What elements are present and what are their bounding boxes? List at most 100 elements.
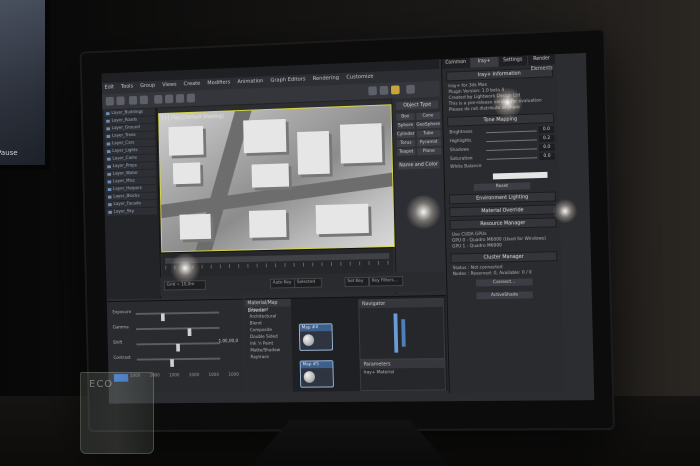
- menu-item-views[interactable]: Views: [159, 80, 179, 90]
- contrast-slider-row: Contrast: [113, 354, 238, 367]
- node-title: Map #4: [299, 324, 332, 332]
- menu-item-animation[interactable]: Animation: [235, 76, 267, 87]
- building: [339, 123, 383, 164]
- gamma-slider-row: Gamma: [112, 323, 238, 337]
- slate-material-editor: Material/Map Browser Standard Architectu…: [244, 294, 448, 393]
- material-browser: Material/Map Browser Standard Architectu…: [244, 298, 293, 393]
- tab-settings[interactable]: Settings: [498, 55, 528, 67]
- slider-knob[interactable]: [176, 343, 181, 352]
- menu-item-create[interactable]: Create: [181, 79, 203, 89]
- navigator-title: Navigator: [359, 298, 443, 309]
- row-value[interactable]: 0.0: [538, 125, 555, 134]
- connect-button[interactable]: Connect...: [476, 278, 533, 287]
- link-icon[interactable]: [128, 95, 138, 105]
- slider-track[interactable]: [136, 342, 220, 352]
- building: [251, 163, 290, 188]
- building: [315, 203, 369, 235]
- pyramid-button[interactable]: Pyramid: [416, 138, 441, 147]
- row-slider[interactable]: [486, 139, 537, 143]
- row-label: Shadows: [449, 147, 470, 154]
- row-slider[interactable]: [486, 130, 537, 134]
- box-button[interactable]: Box: [396, 113, 415, 121]
- menu-item-rendering[interactable]: Rendering: [310, 73, 342, 84]
- material-override-header[interactable]: Material Override: [449, 204, 557, 218]
- teapot-button[interactable]: Teapot: [397, 148, 416, 156]
- scene-explorer: Layer_Buildings Layer_Roads Layer_Ground…: [102, 107, 162, 300]
- cylinder-button[interactable]: Cylinder: [396, 130, 415, 139]
- menu-item-group[interactable]: Group: [137, 81, 158, 91]
- tab-iray[interactable]: Iray+: [470, 56, 500, 68]
- auto-key-button[interactable]: Auto Key: [269, 278, 297, 289]
- render-setup-icon[interactable]: [368, 86, 377, 96]
- redo-icon[interactable]: [116, 96, 125, 106]
- row-label: Brightness: [449, 129, 473, 136]
- move-icon[interactable]: [164, 94, 174, 104]
- building: [172, 162, 201, 185]
- photo-scene: Pause Edit Tools Group Views Create Modi…: [0, 0, 700, 466]
- tube-button[interactable]: Tube: [416, 129, 441, 138]
- row-label: Highlights: [449, 138, 472, 145]
- selected-dropdown[interactable]: Selected: [294, 277, 323, 289]
- menu-item-graph-editors[interactable]: Graph Editors: [268, 74, 309, 85]
- object-type-header[interactable]: Object Type: [396, 100, 439, 110]
- viewport-top[interactable]: [+] [Top] [Default Shading]: [158, 104, 395, 253]
- node-title: Map #5: [300, 361, 333, 369]
- scale-label: 1000: [169, 373, 180, 379]
- row-value[interactable]: 0.0: [538, 143, 555, 152]
- slider-knob[interactable]: [160, 313, 165, 322]
- menu-item-edit[interactable]: Edit: [102, 82, 117, 92]
- parameters-panel: Parameters Iray+ Material: [359, 358, 446, 392]
- menu-item-customize[interactable]: Customize: [343, 72, 376, 83]
- material-browser-item[interactable]: Raytrace: [246, 354, 292, 361]
- name-color-header[interactable]: Name and Color: [397, 160, 440, 170]
- slider-label: Shift: [113, 340, 123, 346]
- material-node[interactable]: Map #4: [298, 323, 334, 351]
- material-editor-icon[interactable]: [406, 84, 415, 94]
- activeshade-button[interactable]: ActiveShade: [476, 291, 533, 300]
- scale-icon[interactable]: [186, 93, 196, 103]
- navigator-node[interactable]: [401, 319, 406, 347]
- resource-manager-header[interactable]: Resource Manager: [449, 217, 557, 230]
- building: [243, 118, 287, 154]
- slider-label: Gamma: [112, 325, 129, 331]
- undo-icon[interactable]: [105, 96, 114, 106]
- navigator-panel: Navigator: [358, 297, 446, 360]
- plane-button[interactable]: Plane: [416, 147, 441, 156]
- white-balance-field[interactable]: [492, 171, 548, 180]
- cluster-line: Nodes : Reserved: 0, Available: 0 / 0: [452, 270, 532, 278]
- cluster-manager-header[interactable]: Cluster Manager: [450, 251, 558, 264]
- row-value[interactable]: 0.0: [539, 152, 555, 161]
- slider-track[interactable]: [136, 326, 220, 337]
- slider-knob[interactable]: [169, 359, 174, 367]
- unlink-icon[interactable]: [139, 95, 148, 105]
- menu-item-tools[interactable]: Tools: [118, 82, 136, 92]
- set-key-button[interactable]: Set Key: [344, 276, 370, 288]
- material-sphere-icon: [302, 334, 315, 347]
- environment-lighting-header[interactable]: Environment Lighting: [448, 191, 556, 205]
- row-slider[interactable]: [486, 157, 538, 160]
- key-filters-button[interactable]: Key Filters...: [368, 276, 404, 287]
- left-monitor-screen: [0, 0, 45, 165]
- render-frame-icon[interactable]: [379, 85, 389, 95]
- slider-track[interactable]: [136, 357, 221, 367]
- rotate-icon[interactable]: [175, 93, 185, 103]
- reset-button[interactable]: Reset: [473, 182, 531, 191]
- slider-label: Contrast: [113, 355, 131, 361]
- navigator-node[interactable]: [393, 313, 399, 353]
- row-value[interactable]: 0.2: [538, 134, 555, 143]
- render-teapot-icon[interactable]: [390, 85, 400, 95]
- sphere-button[interactable]: Sphere: [396, 121, 415, 130]
- torus-button[interactable]: Torus: [396, 139, 415, 148]
- select-icon[interactable]: [154, 94, 163, 104]
- menu-item-modifiers[interactable]: Modifiers: [205, 78, 234, 89]
- scene-explorer-row[interactable]: Layer_Sky: [106, 207, 157, 216]
- material-node[interactable]: Map #5: [299, 360, 334, 388]
- tab-common[interactable]: Common: [441, 57, 471, 69]
- cone-button[interactable]: Cone: [416, 112, 440, 120]
- tab-render-elements[interactable]: Render Elements: [527, 54, 557, 72]
- geosphere-button[interactable]: GeoSphere: [416, 121, 441, 129]
- row-slider[interactable]: [486, 148, 538, 151]
- slider-knob[interactable]: [187, 328, 192, 337]
- tone-mapping-header[interactable]: Tone Mapping: [447, 112, 555, 127]
- slider-track[interactable]: [135, 311, 220, 322]
